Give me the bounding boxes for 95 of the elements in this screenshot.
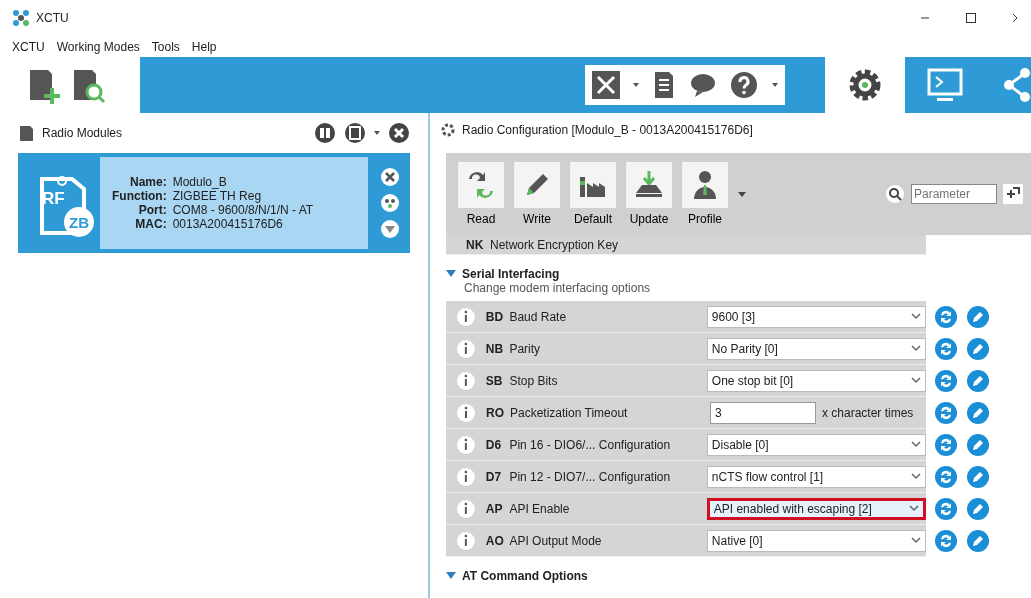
read-param-icon[interactable] [934, 401, 958, 425]
help-icon[interactable] [730, 71, 759, 99]
panel-title: Radio Modules [42, 126, 124, 140]
field-label: Name: [128, 175, 167, 189]
read-param-icon[interactable] [934, 433, 958, 457]
info-icon[interactable] [456, 338, 476, 359]
section-title: AT Command Options [462, 569, 588, 583]
write-param-icon[interactable] [966, 465, 990, 489]
parameter-name: Stop Bits [509, 373, 559, 388]
info-icon[interactable] [456, 530, 476, 551]
parameter-name: Packetization Timeout [510, 405, 629, 420]
dropdown-caret-icon[interactable] [911, 377, 921, 384]
list-icon[interactable] [653, 71, 676, 99]
expand-icon[interactable] [380, 219, 400, 239]
window-title: XCTU [36, 11, 69, 25]
value-field[interactable]: 3 [710, 401, 816, 424]
menu-item[interactable]: Tools [151, 39, 180, 54]
value-dropdown[interactable]: No Parity [0] [706, 337, 926, 360]
field-label: MAC: [134, 217, 167, 231]
menu-item[interactable]: Working Modes [56, 39, 140, 54]
value-dropdown[interactable]: 9600 [3] [706, 305, 926, 328]
search-field[interactable]: Parameter [911, 184, 997, 204]
field-value: COM8 - 9600/8/N/1/N - AT [172, 203, 315, 217]
caret-icon[interactable] [738, 191, 746, 197]
parameter-name: Parity [509, 341, 542, 356]
value-dropdown[interactable]: Disable [0] [706, 433, 926, 456]
maximize-icon[interactable] [965, 12, 977, 24]
write-param-icon[interactable] [966, 433, 990, 457]
value-dropdown[interactable]: API enabled with escaping [2] [706, 497, 926, 520]
parameter-name: Network Encryption Key [490, 237, 620, 252]
field-value: 0013A200415176D6 [172, 217, 284, 231]
chat-icon[interactable] [688, 71, 717, 99]
search-icon[interactable] [885, 184, 905, 204]
write-param-icon[interactable] [966, 337, 990, 361]
menu-item[interactable]: XCTU [12, 39, 45, 54]
parameter-code: AO [485, 533, 505, 548]
field-label: Port: [137, 203, 167, 217]
read-param-icon[interactable] [934, 497, 958, 521]
read-param-icon[interactable] [934, 369, 958, 393]
console-icon[interactable] [927, 67, 963, 103]
caret-icon[interactable] [374, 131, 380, 135]
write-param-icon[interactable] [966, 529, 990, 553]
field-value: ZIGBEE TH Reg [172, 189, 263, 203]
parameter-name: Pin 16 - DIO6/... Configuration [509, 437, 672, 452]
parameter-code: D6 [485, 437, 503, 452]
parameter-code: D7 [485, 469, 503, 484]
section-subtitle: Change modem interfacing options [463, 281, 652, 295]
parameter-name: API Enable [509, 501, 571, 516]
dropdown-caret-icon[interactable] [911, 473, 921, 480]
info-icon[interactable] [456, 434, 476, 455]
dropdown-caret-icon[interactable] [911, 441, 921, 448]
write-param-icon[interactable] [966, 497, 990, 521]
info-icon[interactable] [456, 466, 476, 487]
value-dropdown[interactable]: nCTS flow control [1] [706, 465, 926, 488]
remove-icon[interactable] [388, 122, 410, 144]
write-param-icon[interactable] [966, 369, 990, 393]
section-title: Serial Interfacing [462, 267, 560, 281]
info-icon[interactable] [456, 370, 476, 391]
unit-label: x character times [822, 405, 914, 420]
dropdown-caret-icon[interactable] [911, 345, 921, 352]
info-icon[interactable] [456, 498, 476, 519]
module-icon[interactable] [18, 125, 34, 141]
menu-item[interactable]: Help [191, 39, 217, 54]
parameter-name: API Output Mode [509, 533, 603, 548]
collapse-arrow-icon[interactable] [446, 572, 456, 580]
collapse-arrow-icon[interactable] [446, 270, 456, 278]
read-param-icon[interactable] [934, 465, 958, 489]
write-param-icon[interactable] [966, 401, 990, 425]
field-value: Modulo_B [172, 175, 228, 189]
dropdown-caret-icon[interactable] [909, 505, 919, 512]
caret-icon[interactable] [772, 83, 779, 87]
parameter-code: NK [466, 237, 485, 252]
write-param-icon[interactable] [966, 305, 990, 329]
dropdown-caret-icon[interactable] [911, 313, 921, 320]
info-icon[interactable] [456, 402, 476, 423]
parameter-code: RO [486, 405, 505, 420]
value-dropdown[interactable]: Native [0] [706, 529, 926, 552]
panel-title: Radio Configuration [Modulo_B - 0013A200415176D6] [462, 123, 753, 137]
value-dropdown[interactable]: One stop bit [0] [706, 369, 926, 392]
read-param-icon[interactable] [934, 305, 958, 329]
parameter-code: AP [485, 501, 504, 516]
parameter-code: BD [485, 309, 505, 324]
parameter-name: Baud Rate [509, 309, 568, 324]
tools-icon[interactable] [591, 71, 620, 99]
parameter-code: SB [485, 373, 504, 388]
read-param-icon[interactable] [934, 337, 958, 361]
expand-all-icon[interactable] [1003, 184, 1023, 204]
info-icon[interactable] [456, 306, 476, 327]
dropdown-caret-icon[interactable] [911, 537, 921, 544]
caret-icon[interactable] [633, 83, 640, 87]
field-label: Function: [112, 189, 167, 203]
app-logo-icon[interactable] [12, 9, 30, 27]
parameter-name: Pin 12 - DIO7/... Configuration [509, 469, 672, 484]
read-param-icon[interactable] [934, 529, 958, 553]
parameter-code: NB [485, 341, 505, 356]
